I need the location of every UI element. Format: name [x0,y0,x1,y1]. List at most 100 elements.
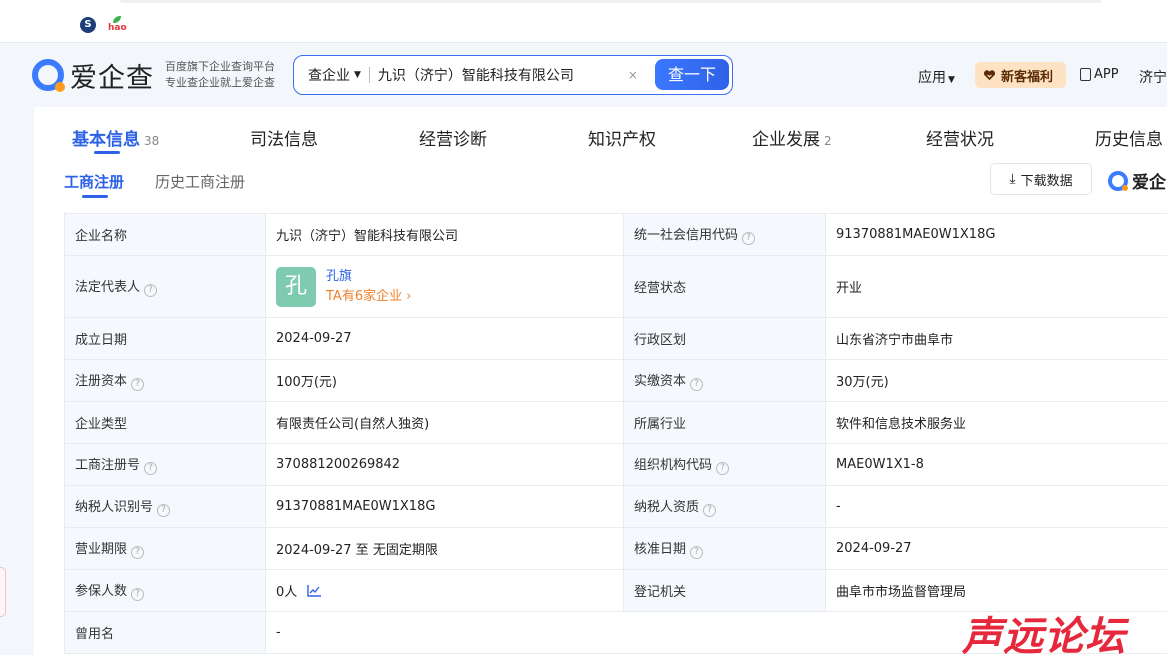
browser-bookmark-bar: S hao [0,0,1167,43]
reg-capital-label: 注册资本? [64,359,266,402]
sogou-icon[interactable]: S [80,17,96,33]
download-label: 下载数据 [1020,173,1073,189]
search-input[interactable] [377,67,618,83]
taxpayer-id-label: 纳税人识别号? [64,485,266,528]
feedback-edge-tab[interactable] [0,567,6,617]
tab-intellectual-property[interactable]: 知识产权 [588,125,656,150]
help-icon[interactable]: ? [131,588,145,601]
org-code-label-text: 组织机构代码 [634,458,713,473]
aiqicha-mini-logo: 爱企 [1108,168,1166,193]
slogan-line-2: 专业查企业就上爱企查 [165,76,275,89]
table-row: 注册资本? 100万(元) 实缴资本? 30万(元) [64,359,1167,402]
approval-date-label-text: 核准日期 [634,542,687,557]
table-row: 企业名称 九识（济宁）智能科技有限公司 统一社会信用代码? 91370881MA… [64,213,1167,256]
credit-code-label-text: 统一社会信用代码 [634,228,739,243]
logo-text: 爱企查 [70,62,154,93]
search-type-label: 查企业 [308,68,350,84]
subtab-history-registration[interactable]: 历史工商注册 [155,171,245,192]
insured-label-text: 参保人数 [75,584,128,599]
former-name-label: 曾用名 [64,611,266,654]
term-label-text: 营业期限 [75,542,128,557]
tab-history-info[interactable]: 历史信息 [1095,125,1163,150]
table-row: 纳税人识别号? 91370881MAE0W1X18G 纳税人资质? - [64,485,1167,528]
help-icon[interactable]: ? [690,546,704,559]
insured-label: 参保人数? [64,569,266,612]
new-customer-gift-button[interactable]: 新客福利 [975,62,1066,88]
paid-capital-label: 实缴资本? [623,359,826,402]
help-icon[interactable]: ? [157,504,171,517]
tab-judicial-info[interactable]: 司法信息 [250,125,318,150]
help-icon[interactable]: ? [131,378,145,391]
bookmark-bar-divider [120,0,1102,3]
active-tab-indicator [94,151,120,154]
tab-basic-info[interactable]: 基本信息 38 [72,125,159,150]
city-selector[interactable]: 济宁 [1139,67,1167,87]
logo-magnifier-icon [32,59,65,92]
search-button[interactable]: 查一下 [655,59,729,90]
tab-label: 经营诊断 [419,130,487,150]
company-name-label: 企业名称 [64,213,266,256]
term-label: 营业期限? [64,527,266,570]
clear-icon[interactable]: × [626,68,640,82]
paid-capital-value: 30万(元) [825,359,1167,402]
help-icon[interactable]: ? [131,546,145,559]
slogan-line-1: 百度旗下企业查询平台 [165,60,275,73]
legal-rep-text: 孔旗 TA有6家企业 › [326,267,411,307]
credit-code-label: 统一社会信用代码? [623,213,826,256]
insured-count: 0人 [276,585,298,600]
tab-label: 司法信息 [250,130,318,150]
region-label: 行政区划 [623,317,826,360]
site-header: 爱企查 百度旗下企业查询平台 专业查企业就上爱企查 查企业 ▼ × 查一下 应用… [0,43,1167,107]
help-icon[interactable]: ? [742,232,756,245]
founded-label: 成立日期 [64,317,266,360]
avatar[interactable]: 孔 [276,266,316,307]
aiqicha-logo[interactable]: 爱企查 [32,57,154,93]
search-box: 查企业 ▼ × 查一下 [293,55,733,95]
hao-icon[interactable]: hao [108,15,127,33]
search-type-select[interactable]: 查企业 ▼ [294,65,361,85]
paid-capital-label-text: 实缴资本 [634,374,687,389]
table-row: 法定代表人? 孔 孔旗 TA有6家企业 › 经营状态 开业 [64,255,1167,318]
apps-menu-label: 应用 [918,70,946,86]
tab-label: 基本信息 [72,130,140,150]
phone-icon [1080,68,1091,81]
tab-label: 知识产权 [588,130,656,150]
term-value: 2024-09-27 至 无固定期限 [265,527,624,570]
caret-down-icon: ▼ [354,70,361,80]
tab-development[interactable]: 企业发展 2 [752,125,832,150]
company-info-card: 基本信息 38 司法信息 经营诊断 知识产权 企业发展 2 经营状况 历史信息 工商… [34,107,1167,655]
download-data-button[interactable]: ⤓ 下载数据 [990,163,1092,195]
help-icon[interactable]: ? [703,504,717,517]
app-download-link[interactable]: APP [1080,67,1119,82]
taxpayer-id-label-text: 纳税人识别号 [75,500,154,515]
help-icon[interactable]: ? [690,378,704,391]
table-row: 工商注册号? 370881200269842 组织机构代码? MAE0W1X1-… [64,443,1167,486]
caret-down-icon: ▼ [948,75,955,85]
company-type-label: 企业类型 [64,401,266,444]
authority-label: 登记机关 [623,569,826,612]
tab-business-diagnosis[interactable]: 经营诊断 [419,125,487,150]
insured-value: 0人 [265,569,624,612]
legal-rep: 孔 孔旗 TA有6家企业 › [276,266,613,307]
tab-operating-status[interactable]: 经营状况 [926,125,994,150]
status-value: 开业 [825,255,1167,318]
legal-rep-label-text: 法定代表人 [75,280,141,295]
help-icon[interactable]: ? [144,462,158,475]
active-subtab-indicator [82,195,108,198]
region-value: 山东省济宁市曲阜市 [825,317,1167,360]
mini-logo-text: 爱企 [1132,173,1166,193]
org-code-value: MAE0W1X1-8 [825,443,1167,486]
tab-count: 2 [824,134,832,148]
help-icon[interactable]: ? [716,462,730,475]
company-name-value: 九识（济宁）智能科技有限公司 [265,213,624,256]
legal-rep-companies-link[interactable]: TA有6家企业 › [326,287,411,307]
help-icon[interactable]: ? [144,284,158,297]
reg-capital-value: 100万(元) [265,359,624,402]
hao-icon-label: hao [108,23,127,33]
trend-chart-icon[interactable] [307,585,322,597]
subtab-business-registration[interactable]: 工商注册 [64,171,124,192]
reg-no-value: 370881200269842 [265,443,624,486]
taxpayer-qual-value: - [825,485,1167,528]
apps-menu[interactable]: 应用 ▼ [918,67,955,87]
legal-rep-name-link[interactable]: 孔旗 [326,267,411,287]
